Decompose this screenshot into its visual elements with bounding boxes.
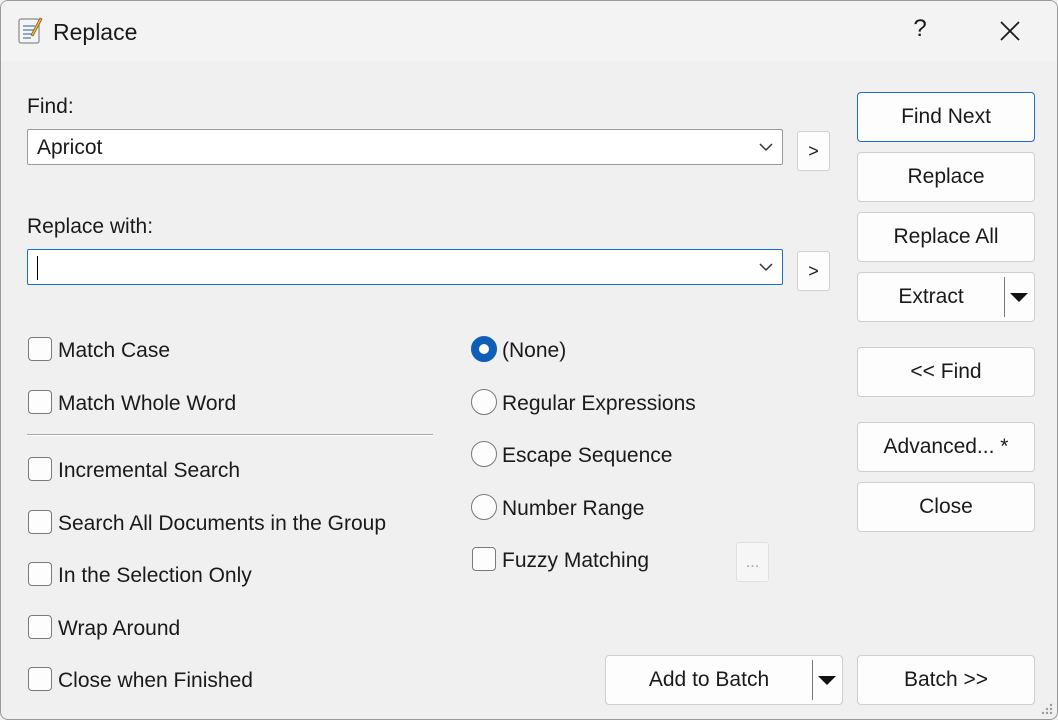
dropdown-arrow-icon[interactable] [818, 676, 836, 685]
fuzzy-matching-checkbox[interactable] [472, 547, 496, 571]
mode-escape-radio[interactable] [471, 441, 497, 467]
options-divider [27, 434, 433, 435]
match-case-checkbox[interactable] [28, 337, 52, 361]
mode-none-radio[interactable] [471, 336, 497, 362]
split-divider [812, 660, 813, 700]
split-divider [1004, 277, 1005, 317]
find-label: Find: [27, 95, 74, 118]
find-next-button[interactable]: Find Next [857, 92, 1035, 142]
replace-label: Replace with: [27, 215, 154, 238]
wrap-around-checkbox[interactable] [28, 615, 52, 639]
extract-split-button[interactable]: Extract [857, 272, 1035, 322]
match-whole-word-label[interactable]: Match Whole Word [58, 392, 236, 416]
mode-number-range-radio[interactable] [471, 494, 497, 520]
find-history-button[interactable]: > [797, 131, 830, 171]
fuzzy-matching-label[interactable]: Fuzzy Matching [502, 549, 649, 573]
window-title: Replace [53, 19, 138, 45]
chevron-down-icon[interactable] [758, 261, 774, 273]
fuzzy-options-button[interactable]: ... [736, 542, 769, 582]
incremental-search-label[interactable]: Incremental Search [58, 459, 240, 483]
add-to-batch-split-button[interactable]: Add to Batch [605, 655, 843, 705]
match-case-label[interactable]: Match Case [58, 339, 170, 363]
incremental-search-checkbox[interactable] [28, 457, 52, 481]
replace-all-button[interactable]: Replace All [857, 212, 1035, 262]
text-caret [37, 256, 38, 280]
replace-button[interactable]: Replace [857, 152, 1035, 202]
search-all-docs-label[interactable]: Search All Documents in the Group [58, 512, 386, 536]
selection-only-checkbox[interactable] [28, 562, 52, 586]
search-all-docs-checkbox[interactable] [28, 510, 52, 534]
replace-dialog: Replace ? Find: Apricot > Replace with: … [0, 0, 1058, 720]
find-input[interactable]: Apricot [37, 136, 102, 160]
mode-regex-radio[interactable] [471, 389, 497, 415]
selection-only-label[interactable]: In the Selection Only [58, 564, 252, 588]
chevron-down-icon[interactable] [758, 141, 774, 153]
mode-none-label[interactable]: (None) [502, 339, 566, 363]
close-window-icon[interactable] [995, 15, 1025, 47]
notepad-app-icon [18, 17, 43, 44]
find-combobox[interactable]: Apricot [27, 129, 783, 165]
batch-button[interactable]: Batch >> [857, 655, 1035, 705]
help-button[interactable]: ? [905, 15, 935, 47]
add-to-batch-button[interactable]: Add to Batch [606, 656, 812, 704]
close-when-finished-label[interactable]: Close when Finished [58, 669, 253, 693]
dropdown-arrow-icon[interactable] [1010, 293, 1028, 302]
replace-combobox[interactable] [27, 249, 783, 285]
mode-escape-label[interactable]: Escape Sequence [502, 444, 672, 468]
resize-grip-icon[interactable] [1039, 701, 1053, 715]
title-bar: Replace ? [1, 1, 1057, 61]
advanced-button[interactable]: Advanced... * [857, 422, 1035, 472]
match-whole-word-checkbox[interactable] [28, 390, 52, 414]
less-find-button[interactable]: << Find [857, 347, 1035, 397]
close-when-finished-checkbox[interactable] [28, 667, 52, 691]
mode-regex-label[interactable]: Regular Expressions [502, 392, 696, 416]
replace-history-button[interactable]: > [797, 251, 830, 291]
close-button[interactable]: Close [857, 482, 1035, 532]
mode-number-range-label[interactable]: Number Range [502, 497, 644, 521]
extract-button[interactable]: Extract [858, 273, 1004, 321]
wrap-around-label[interactable]: Wrap Around [58, 617, 180, 641]
